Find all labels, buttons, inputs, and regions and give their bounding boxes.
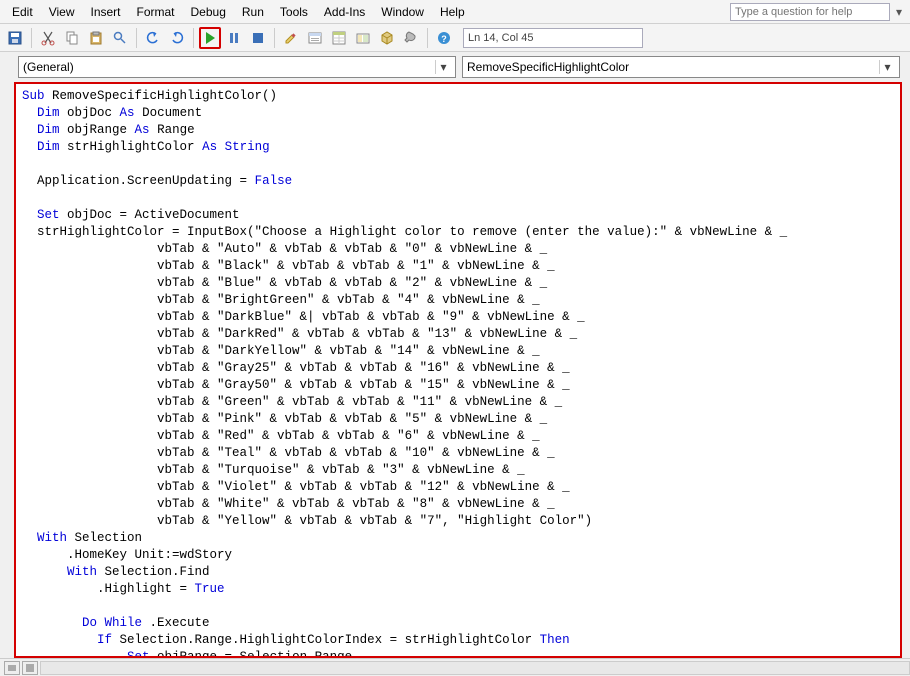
code-line[interactable]: vbTab & "Pink" & vbTab & vbTab & "5" & v… <box>22 411 894 428</box>
code-line[interactable]: .HomeKey Unit:=wdStory <box>22 547 894 564</box>
menu-run[interactable]: Run <box>234 2 272 22</box>
menu-tools[interactable]: Tools <box>272 2 316 22</box>
cut-icon[interactable] <box>37 27 59 49</box>
menu-window[interactable]: Window <box>373 2 432 22</box>
object-browser-icon[interactable] <box>352 27 374 49</box>
procedure-combobox[interactable]: RemoveSpecificHighlightColor ▾ <box>462 56 900 78</box>
object-combobox[interactable]: (General) ▾ <box>18 56 456 78</box>
menu-insert[interactable]: Insert <box>82 2 128 22</box>
svg-text:?: ? <box>441 34 447 44</box>
code-line[interactable]: Set objDoc = ActiveDocument <box>22 207 894 224</box>
cursor-position-status: Ln 14, Col 45 <box>463 28 643 48</box>
code-line[interactable]: vbTab & "Teal" & vbTab & vbTab & "10" & … <box>22 445 894 462</box>
menu-edit[interactable]: Edit <box>4 2 41 22</box>
view-switch-bar <box>0 658 910 676</box>
toolbar: ? Ln 14, Col 45 <box>0 24 910 52</box>
help-search-input[interactable] <box>730 3 890 21</box>
save-icon[interactable] <box>4 27 26 49</box>
copy-icon[interactable] <box>61 27 83 49</box>
code-line[interactable]: vbTab & "DarkBlue" &| vbTab & vbTab & "9… <box>22 309 894 326</box>
menu-debug[interactable]: Debug <box>183 2 234 22</box>
code-line[interactable] <box>22 598 894 615</box>
code-line[interactable]: vbTab & "DarkRed" & vbTab & vbTab & "13"… <box>22 326 894 343</box>
horizontal-scrollbar[interactable] <box>40 661 910 675</box>
menu-view[interactable]: View <box>41 2 83 22</box>
code-line[interactable]: vbTab & "Red" & vbTab & vbTab & "6" & vb… <box>22 428 894 445</box>
code-line[interactable]: vbTab & "Green" & vbTab & vbTab & "11" &… <box>22 394 894 411</box>
run-icon[interactable] <box>199 27 221 49</box>
code-line[interactable]: vbTab & "White" & vbTab & vbTab & "8" & … <box>22 496 894 513</box>
code-line[interactable]: Dim strHighlightColor As String <box>22 139 894 156</box>
properties-window-icon[interactable] <box>328 27 350 49</box>
full-module-view-icon[interactable] <box>22 661 38 675</box>
menubar: Edit View Insert Format Debug Run Tools … <box>0 0 910 24</box>
redo-icon[interactable] <box>166 27 188 49</box>
code-line[interactable]: vbTab & "Turquoise" & vbTab & "3" & vbNe… <box>22 462 894 479</box>
code-line[interactable]: vbTab & "Auto" & vbTab & vbTab & "0" & v… <box>22 241 894 258</box>
menu-help[interactable]: Help <box>432 2 473 22</box>
object-procedure-row: (General) ▾ RemoveSpecificHighlightColor… <box>0 52 910 82</box>
code-editor[interactable]: Sub RemoveSpecificHighlightColor() Dim o… <box>14 82 902 658</box>
code-line[interactable]: Dim objDoc As Document <box>22 105 894 122</box>
procedure-combobox-value: RemoveSpecificHighlightColor <box>467 60 629 74</box>
editor-area: (General) ▾ RemoveSpecificHighlightColor… <box>0 52 910 676</box>
code-line[interactable]: vbTab & "BrightGreen" & vbTab & "4" & vb… <box>22 292 894 309</box>
code-line[interactable]: Sub RemoveSpecificHighlightColor() <box>22 88 894 105</box>
code-line[interactable]: Set objRange = Selection.Range <box>22 649 894 656</box>
code-line[interactable]: With Selection <box>22 530 894 547</box>
code-line[interactable] <box>22 156 894 173</box>
chevron-down-icon: ▾ <box>435 60 451 74</box>
procedure-view-icon[interactable] <box>4 661 20 675</box>
code-line[interactable]: Dim objRange As Range <box>22 122 894 139</box>
design-mode-icon[interactable] <box>280 27 302 49</box>
code-line[interactable]: Do While .Execute <box>22 615 894 632</box>
code-line[interactable]: .Highlight = True <box>22 581 894 598</box>
toolbox-icon[interactable] <box>376 27 398 49</box>
object-combobox-value: (General) <box>23 60 74 74</box>
code-line[interactable]: Application.ScreenUpdating = False <box>22 173 894 190</box>
code-line[interactable]: strHighlightColor = InputBox("Choose a H… <box>22 224 894 241</box>
code-line[interactable]: vbTab & "Violet" & vbTab & vbTab & "12" … <box>22 479 894 496</box>
code-line[interactable]: vbTab & "Gray25" & vbTab & vbTab & "16" … <box>22 360 894 377</box>
help-dropdown-icon[interactable]: ▾ <box>892 5 906 19</box>
menu-addins[interactable]: Add-Ins <box>316 2 373 22</box>
chevron-down-icon: ▾ <box>879 60 895 74</box>
code-line[interactable]: vbTab & "Yellow" & vbTab & vbTab & "7", … <box>22 513 894 530</box>
code-line[interactable]: vbTab & "Black" & vbTab & vbTab & "1" & … <box>22 258 894 275</box>
code-line[interactable]: vbTab & "DarkYellow" & vbTab & "14" & vb… <box>22 343 894 360</box>
code-line[interactable]: With Selection.Find <box>22 564 894 581</box>
paste-icon[interactable] <box>85 27 107 49</box>
code-line[interactable]: vbTab & "Blue" & vbTab & vbTab & "2" & v… <box>22 275 894 292</box>
undo-icon[interactable] <box>142 27 164 49</box>
code-line[interactable]: vbTab & "Gray50" & vbTab & vbTab & "15" … <box>22 377 894 394</box>
find-icon[interactable] <box>109 27 131 49</box>
code-line[interactable]: If Selection.Range.HighlightColorIndex =… <box>22 632 894 649</box>
tools-icon[interactable] <box>400 27 422 49</box>
menu-format[interactable]: Format <box>129 2 183 22</box>
project-explorer-icon[interactable] <box>304 27 326 49</box>
pause-icon[interactable] <box>223 27 245 49</box>
stop-reset-icon[interactable] <box>247 27 269 49</box>
help-icon[interactable]: ? <box>433 27 455 49</box>
code-line[interactable] <box>22 190 894 207</box>
